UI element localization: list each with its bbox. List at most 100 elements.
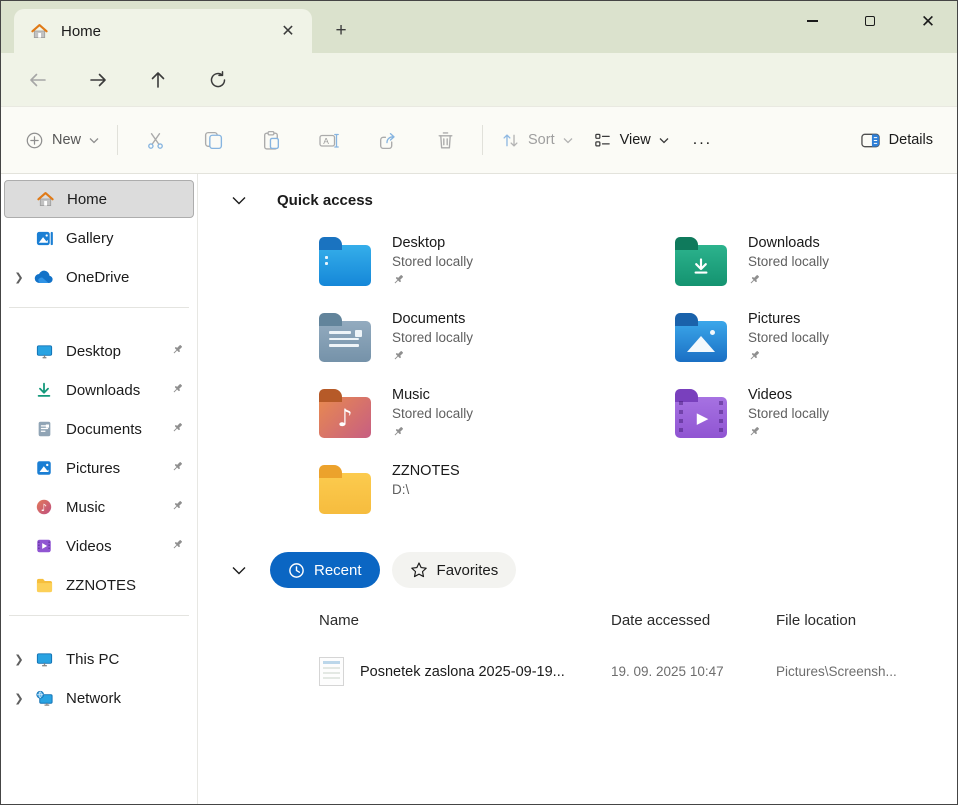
more-options-button[interactable]: ... — [679, 131, 726, 149]
tile-subtitle: D:\ — [392, 482, 460, 497]
pin-icon — [392, 273, 473, 286]
sidebar-divider — [9, 615, 189, 616]
tile-desktop[interactable]: Desktop Stored locally — [319, 234, 675, 297]
sidebar-label: Music — [66, 499, 105, 516]
toolbar-divider — [482, 125, 483, 155]
tile-subtitle: Stored locally — [392, 406, 473, 421]
column-date-accessed[interactable]: Date accessed — [611, 612, 776, 629]
tile-name: Videos — [748, 387, 829, 403]
pin-icon — [748, 425, 829, 438]
expand-chevron-icon[interactable]: ❯ — [4, 271, 34, 284]
svg-text:A: A — [323, 135, 329, 145]
minimize-button[interactable] — [783, 1, 841, 41]
toolbar-divider — [117, 125, 118, 155]
recent-file-row[interactable]: Posnetek zaslona 2025-09-19... 19. 09. 2… — [311, 657, 957, 686]
tile-pictures[interactable]: Pictures Stored locally — [675, 310, 957, 373]
quick-access-grid: Desktop Stored locally Downloads Stored … — [319, 234, 957, 525]
sidebar-label: Downloads — [66, 382, 140, 399]
sidebar-label: Gallery — [66, 230, 114, 247]
delete-button[interactable] — [424, 120, 466, 160]
tile-downloads[interactable]: Downloads Stored locally — [675, 234, 957, 297]
details-label: Details — [889, 132, 933, 148]
close-button[interactable]: ✕ — [899, 1, 957, 41]
sidebar-item-zznotes[interactable]: ZZNOTES — [4, 566, 194, 604]
this-pc-icon — [34, 649, 54, 669]
tile-name: Music — [392, 387, 473, 403]
star-icon — [410, 561, 428, 579]
tile-documents[interactable]: Documents Stored locally — [319, 310, 675, 373]
tile-name: Pictures — [748, 311, 829, 327]
back-button[interactable] — [21, 63, 55, 97]
tile-zznotes[interactable]: ZZNOTES D:\ — [319, 462, 675, 525]
sort-button[interactable]: Sort — [491, 120, 583, 160]
tile-name: Downloads — [748, 235, 829, 251]
rename-button[interactable]: A — [308, 120, 350, 160]
sidebar-item-this-pc[interactable]: ❯ This PC — [4, 640, 194, 678]
refresh-button[interactable] — [201, 63, 235, 97]
quick-access-title[interactable]: Quick access — [277, 192, 373, 209]
copy-button[interactable] — [192, 120, 234, 160]
cut-button[interactable] — [134, 120, 176, 160]
file-location: Pictures\Screensh... — [776, 664, 957, 679]
pin-icon — [171, 382, 184, 395]
explorer-tab-home[interactable]: Home ✕ — [14, 9, 312, 53]
collapse-chevron-icon[interactable] — [232, 196, 248, 205]
new-label: New — [52, 132, 81, 148]
share-button[interactable] — [366, 120, 408, 160]
column-name[interactable]: Name — [311, 612, 611, 629]
recent-tab[interactable]: Recent — [270, 552, 380, 588]
home-icon — [35, 189, 55, 209]
favorites-tab[interactable]: Favorites — [392, 552, 517, 588]
navigation-pane: Home Gallery ❯ OneDrive — [1, 174, 198, 804]
pictures-icon — [34, 458, 54, 478]
tile-name: ZZNOTES — [392, 463, 460, 479]
sidebar-item-network[interactable]: ❯ Network — [4, 679, 194, 717]
title-bar: Home ✕ + ✕ — [1, 1, 957, 53]
sidebar-item-videos[interactable]: Videos — [4, 527, 194, 565]
sidebar-item-gallery[interactable]: Gallery — [4, 219, 194, 257]
tile-subtitle: Stored locally — [392, 330, 473, 345]
favorites-label: Favorites — [437, 562, 499, 579]
new-button[interactable]: New — [15, 120, 109, 160]
sidebar-item-desktop[interactable]: Desktop — [4, 332, 194, 370]
tab-close-icon[interactable]: ✕ — [274, 17, 302, 45]
tile-subtitle: Stored locally — [748, 254, 829, 269]
sidebar-item-downloads[interactable]: Downloads — [4, 371, 194, 409]
file-date: 19. 09. 2025 10:47 — [611, 664, 776, 679]
sidebar-label: Home — [67, 191, 107, 208]
videos-icon — [34, 536, 54, 556]
details-pane-icon — [860, 131, 881, 150]
tile-subtitle: Stored locally — [748, 406, 829, 421]
view-button[interactable]: View — [583, 120, 679, 160]
tile-videos[interactable]: ▶ Videos Stored locally — [675, 386, 957, 449]
tile-subtitle: Stored locally — [392, 254, 473, 269]
collapse-chevron-icon[interactable] — [232, 566, 248, 575]
column-file-location[interactable]: File location — [776, 612, 957, 629]
sidebar-label: Desktop — [66, 343, 121, 360]
home-icon — [30, 22, 49, 41]
up-button[interactable] — [141, 63, 175, 97]
tile-name: Desktop — [392, 235, 473, 251]
folder-icon — [34, 575, 54, 595]
maximize-button[interactable] — [841, 1, 899, 41]
pin-icon — [171, 460, 184, 473]
tile-music[interactable]: ♪ Music Stored locally — [319, 386, 675, 449]
expand-chevron-icon[interactable]: ❯ — [4, 653, 34, 666]
forward-button[interactable] — [81, 63, 115, 97]
pin-icon — [748, 273, 829, 286]
file-thumbnail — [319, 657, 344, 686]
details-pane-button[interactable]: Details — [850, 120, 943, 160]
sidebar-item-onedrive[interactable]: ❯ OneDrive — [4, 258, 194, 296]
view-label: View — [620, 132, 651, 148]
sidebar-label: Documents — [66, 421, 142, 438]
expand-chevron-icon[interactable]: ❯ — [4, 692, 34, 705]
sidebar-label: ZZNOTES — [66, 577, 136, 594]
pin-icon — [171, 343, 184, 356]
tile-name: Documents — [392, 311, 473, 327]
sidebar-item-home[interactable]: Home — [4, 180, 194, 218]
new-tab-button[interactable]: + — [327, 17, 355, 45]
sidebar-item-documents[interactable]: Documents — [4, 410, 194, 448]
paste-button[interactable] — [250, 120, 292, 160]
sidebar-item-music[interactable]: ♪ Music — [4, 488, 194, 526]
sidebar-item-pictures[interactable]: Pictures — [4, 449, 194, 487]
